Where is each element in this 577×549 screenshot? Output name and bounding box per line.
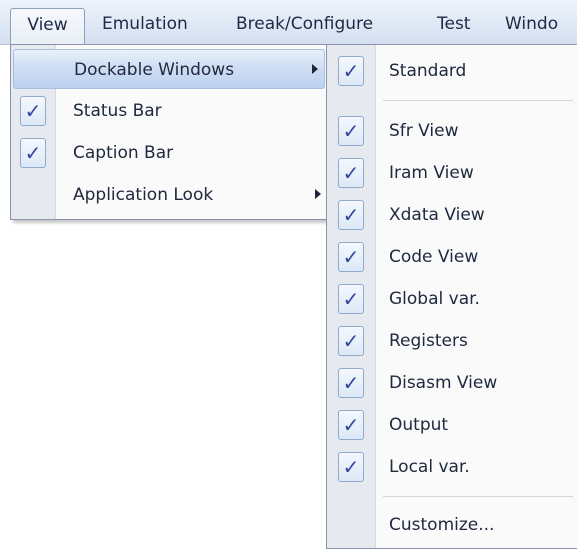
checkmark-icon: ✓ bbox=[338, 410, 364, 440]
menu-item-caption-bar[interactable]: ✓ Caption Bar bbox=[11, 133, 327, 173]
submenu-arrow-icon bbox=[312, 64, 318, 74]
menu-item-output[interactable]: ✓ Output bbox=[327, 405, 577, 445]
menu-item-label: Dockable Windows bbox=[74, 60, 235, 80]
menu-item-global-var[interactable]: ✓ Global var. bbox=[327, 279, 577, 319]
menu-separator bbox=[383, 496, 573, 497]
menu-item-disasm-view[interactable]: ✓ Disasm View bbox=[327, 363, 577, 403]
menu-emulation[interactable]: Emulation bbox=[102, 8, 188, 40]
menu-item-label: Sfr View bbox=[389, 121, 459, 141]
submenu-arrow-icon bbox=[315, 189, 321, 199]
dockable-windows-submenu: ✓ Standard ✓ Sfr View ✓ Iram View ✓ Xdat… bbox=[326, 44, 577, 549]
menu-item-application-look[interactable]: Application Look bbox=[11, 175, 327, 215]
menu-item-label: Xdata View bbox=[389, 205, 485, 225]
checkmark-icon: ✓ bbox=[338, 452, 364, 482]
checkmark-icon: ✓ bbox=[20, 138, 46, 168]
menu-item-standard[interactable]: ✓ Standard bbox=[327, 51, 577, 91]
menu-item-xdata-view[interactable]: ✓ Xdata View bbox=[327, 195, 577, 235]
checkmark-icon: ✓ bbox=[20, 96, 46, 126]
menu-item-label: Local var. bbox=[389, 457, 470, 477]
menu-item-label: Output bbox=[389, 415, 449, 435]
menu-item-label: Code View bbox=[389, 247, 479, 267]
menu-item-label: Iram View bbox=[389, 163, 474, 183]
menu-item-iram-view[interactable]: ✓ Iram View bbox=[327, 153, 577, 193]
menu-item-label: Global var. bbox=[389, 289, 480, 309]
checkmark-icon: ✓ bbox=[338, 326, 364, 356]
checkmark-icon: ✓ bbox=[338, 158, 364, 188]
menu-break-configure[interactable]: Break/Configure bbox=[236, 8, 373, 40]
menu-window[interactable]: Windo bbox=[505, 8, 558, 40]
menu-item-label: Customize... bbox=[389, 515, 495, 535]
menu-item-status-bar[interactable]: ✓ Status Bar bbox=[11, 91, 327, 131]
checkmark-icon: ✓ bbox=[338, 368, 364, 398]
checkmark-icon: ✓ bbox=[338, 56, 364, 86]
menu-item-sfr-view[interactable]: ✓ Sfr View bbox=[327, 111, 577, 151]
menu-test[interactable]: Test bbox=[437, 8, 470, 40]
menu-separator bbox=[383, 100, 573, 101]
menu-item-registers[interactable]: ✓ Registers bbox=[327, 321, 577, 361]
menu-item-label: Disasm View bbox=[389, 373, 498, 393]
checkmark-icon: ✓ bbox=[338, 200, 364, 230]
menu-bar: View Emulation Break/Configure Test Wind… bbox=[0, 0, 577, 45]
menu-item-label: Standard bbox=[389, 61, 467, 81]
menu-item-dockable-windows[interactable]: Dockable Windows bbox=[13, 49, 325, 89]
view-menu: Dockable Windows ✓ Status Bar ✓ Caption … bbox=[10, 44, 328, 220]
checkmark-icon: ✓ bbox=[338, 116, 364, 146]
menu-item-customize[interactable]: Customize... bbox=[327, 505, 577, 545]
menu-view[interactable]: View bbox=[10, 8, 85, 44]
menu-item-label: Caption Bar bbox=[73, 143, 174, 163]
menu-item-label: Registers bbox=[389, 331, 468, 351]
checkmark-icon: ✓ bbox=[338, 242, 364, 272]
menu-item-label: Application Look bbox=[73, 185, 214, 205]
checkmark-icon: ✓ bbox=[338, 284, 364, 314]
menu-item-label: Status Bar bbox=[73, 101, 162, 121]
menu-item-local-var[interactable]: ✓ Local var. bbox=[327, 447, 577, 487]
menu-item-code-view[interactable]: ✓ Code View bbox=[327, 237, 577, 277]
